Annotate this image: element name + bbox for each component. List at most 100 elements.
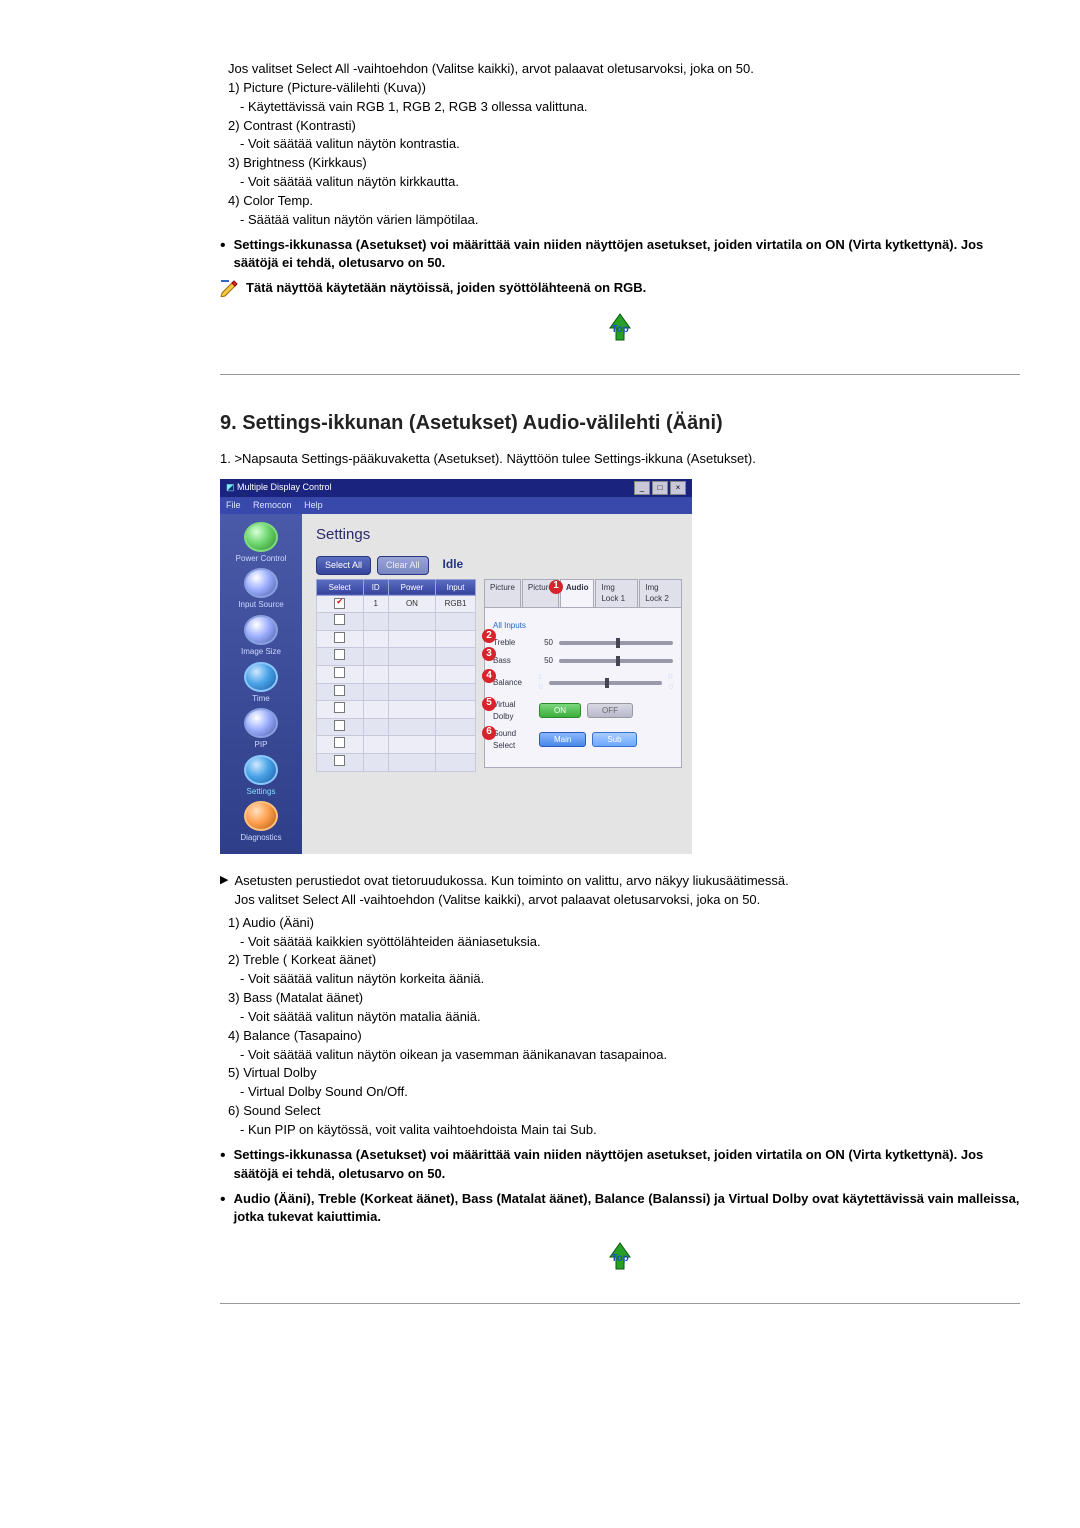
lbl-soundselect: Sound Select [493, 728, 533, 751]
sectA-item1-desc: - Käytettävissä vain RGB 1, RGB 2, RGB 3… [220, 98, 1020, 117]
sectB-step1: 1. >Napsauta Settings-pääkuvaketta (Aset… [220, 450, 1020, 469]
vdolby-on-button[interactable]: ON [539, 703, 581, 719]
sidebar-item-inputsource[interactable]: Input Source [226, 566, 296, 611]
col-power: Power [388, 579, 435, 596]
input-icon [244, 568, 278, 598]
tab-imglock1[interactable]: Img Lock 1 [595, 579, 638, 607]
lbl-treble: Treble [493, 637, 533, 649]
status-idle-label: Idle [443, 556, 464, 573]
sidebar-item-pip[interactable]: PIP [226, 706, 296, 751]
section-divider-1 [220, 374, 1020, 375]
time-icon [244, 662, 278, 692]
checkbox-icon [334, 598, 345, 609]
sectB-item1-title: 1) Audio (Ääni) [220, 914, 1020, 933]
table-row [317, 666, 476, 684]
table-row [317, 648, 476, 666]
bass-slider[interactable] [559, 659, 673, 663]
app-screenshot: ◩ Multiple Display Control _ □ × File Re… [220, 479, 692, 854]
tab-imglock2[interactable]: Img Lock 2 [639, 579, 682, 607]
callout-4: 4 [482, 669, 496, 683]
svg-text:Top: Top [611, 1253, 629, 1264]
sectB-arrow-note: ▶ Asetusten perustiedot ovat tietoruuduk… [220, 872, 1020, 910]
sidebar-item-settings[interactable]: Settings [226, 753, 296, 798]
window-max-icon[interactable]: □ [652, 481, 668, 495]
bullet-icon: • [220, 1146, 226, 1164]
checkbox-icon [334, 614, 345, 625]
window-min-icon[interactable]: _ [634, 481, 650, 495]
lbl-allinputs: All Inputs [493, 620, 533, 632]
sectA-item3-desc: - Voit säätää valitun näytön kirkkautta. [220, 173, 1020, 192]
sectB-item6-title: 6) Sound Select [220, 1102, 1020, 1121]
lbl-balance: Balance [493, 677, 533, 689]
app-panel-title: Settings [316, 524, 682, 546]
svg-text:Top: Top [611, 324, 629, 335]
sound-sub-button[interactable]: Sub [592, 732, 636, 748]
top-link-2[interactable]: Top [220, 1239, 1020, 1285]
sectB-item5-title: 5) Virtual Dolby [220, 1064, 1020, 1083]
tab-picture1[interactable]: Picture [484, 579, 521, 607]
checkbox-icon [334, 702, 345, 713]
sectB-item6-desc: - Kun PIP on käytössä, voit valita vaiht… [220, 1121, 1020, 1140]
treble-slider[interactable] [559, 641, 673, 645]
checkbox-icon [334, 667, 345, 678]
top-link-1[interactable]: Top [220, 310, 1020, 356]
lbl-vdolby: Virtual Dolby [493, 699, 533, 722]
sectB-note-bullet1: • Settings-ikkunassa (Asetukset) voi mää… [220, 1146, 1020, 1184]
callout-5: 5 [482, 697, 496, 711]
sectA-item4-title: 4) Color Temp. [220, 192, 1020, 211]
sectA-item2-title: 2) Contrast (Kontrasti) [220, 117, 1020, 136]
vdolby-off-button[interactable]: OFF [587, 703, 633, 719]
sidebar-item-imagesize[interactable]: Image Size [226, 613, 296, 658]
display-grid-table: Select ID Power Input 1ONRGB1 [316, 579, 476, 772]
checkbox-icon [334, 632, 345, 643]
menu-help[interactable]: Help [304, 500, 323, 510]
sectB-item5-desc: - Virtual Dolby Sound On/Off. [220, 1083, 1020, 1102]
app-titlebar: ◩ Multiple Display Control _ □ × [220, 479, 692, 497]
sectB-heading: 9. Settings-ikkunan (Asetukset) Audio-vä… [220, 409, 1020, 438]
arrow-icon: ▶ [220, 872, 228, 889]
section-divider-2 [220, 1303, 1020, 1304]
checkbox-icon [334, 720, 345, 731]
sectA-item4-desc: - Säätää valitun näytön värien lämpötila… [220, 211, 1020, 230]
sectB-item4-title: 4) Balance (Tasapaino) [220, 1027, 1020, 1046]
app-file-icon: ◩ [226, 482, 235, 492]
settings-icon [244, 755, 278, 785]
sectB-item4-desc: - Voit säätää valitun näytön oikean ja v… [220, 1046, 1020, 1065]
menu-remocon[interactable]: Remocon [253, 500, 292, 510]
table-row: 1ONRGB1 [317, 596, 476, 613]
sectA-item3-title: 3) Brightness (Kirkkaus) [220, 154, 1020, 173]
table-row [317, 630, 476, 648]
clear-all-button[interactable]: Clear All [377, 556, 429, 575]
app-sidebar: Power Control Input Source Image Size Ti… [220, 514, 302, 854]
sectB-item2-title: 2) Treble ( Korkeat äänet) [220, 951, 1020, 970]
tab-audio[interactable]: Audio [560, 579, 595, 607]
table-row [317, 754, 476, 772]
sectB-item2-desc: - Voit säätää valitun näytön korkeita ää… [220, 970, 1020, 989]
sidebar-item-time[interactable]: Time [226, 660, 296, 705]
table-row [317, 613, 476, 631]
sectB-note-bullet2: • Audio (Ääni), Treble (Korkeat äänet), … [220, 1190, 1020, 1228]
sectB-item3-title: 3) Bass (Matalat äänet) [220, 989, 1020, 1008]
imagesize-icon [244, 615, 278, 645]
bullet-icon: • [220, 1190, 226, 1208]
power-icon [244, 522, 278, 552]
sectA-infoicon-note: Tätä näyttöä käytetään näytöissä, joiden… [220, 279, 1020, 298]
sectB-item1-desc: - Voit säätää kaikkien syöttölähteiden ä… [220, 933, 1020, 952]
col-input: Input [436, 579, 476, 596]
callout-6: 6 [482, 726, 496, 740]
pip-icon [244, 708, 278, 738]
balance-slider[interactable] [549, 681, 662, 685]
sectA-intro-cont: Jos valitset Select All -vaihtoehdon (Va… [220, 60, 1020, 79]
menu-file[interactable]: File [226, 500, 241, 510]
window-close-icon[interactable]: × [670, 481, 686, 495]
table-row [317, 701, 476, 719]
table-row [317, 683, 476, 701]
sidebar-item-power[interactable]: Power Control [226, 520, 296, 565]
sidebar-item-diagnostics[interactable]: Diagnostics [226, 799, 296, 844]
callout-2: 2 [482, 629, 496, 643]
sound-main-button[interactable]: Main [539, 732, 586, 748]
sectA-item2-desc: - Voit säätää valitun näytön kontrastia. [220, 135, 1020, 154]
col-id: ID [363, 579, 388, 596]
checkbox-icon [334, 755, 345, 766]
select-all-button[interactable]: Select All [316, 556, 371, 575]
